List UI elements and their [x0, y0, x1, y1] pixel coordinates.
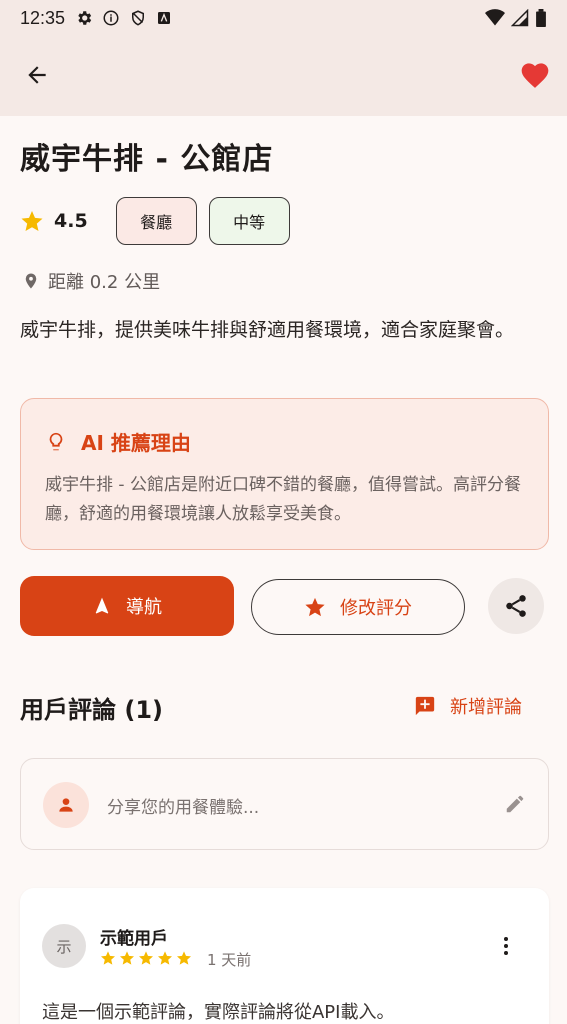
restaurant-title: 威宇牛排 - 公館店 — [20, 142, 274, 177]
shield-icon — [132, 10, 145, 26]
review-time: 1 天前 — [207, 951, 252, 969]
reviews-header: 用戶評論 (1) — [20, 696, 163, 724]
ai-card-header: AI 推薦理由 — [45, 427, 191, 456]
signal-icon — [511, 9, 529, 27]
review-text: 這是一個示範評論，實際評論將從API載入。 — [42, 1002, 395, 1023]
reviewer-name: 示範用戶 — [100, 929, 168, 949]
navigate-label: 導航 — [126, 597, 162, 618]
add-comment-icon — [415, 696, 435, 716]
wifi-icon — [485, 9, 505, 26]
star-icon — [120, 951, 134, 965]
edit-pencil-icon — [506, 795, 524, 813]
price-level-chip[interactable]: 中等 — [208, 197, 290, 245]
composer-placeholder: 分享您的用餐體驗... — [107, 798, 260, 818]
battery-icon — [536, 9, 546, 27]
heart-icon — [521, 63, 549, 88]
star-icon — [158, 951, 172, 965]
status-time: 12:35 — [20, 7, 66, 28]
distance-text: 距離 0.2 公里 — [48, 272, 161, 293]
navigate-button[interactable]: 導航 — [20, 576, 234, 636]
ai-card-body: 威宇牛排 - 公館店是附近口碑不錯的餐廳，值得嘗試。高評分餐廳，舒適的用餐環境讓… — [45, 475, 521, 524]
back-button[interactable] — [20, 58, 54, 92]
settings-icon — [78, 11, 92, 25]
review-composer[interactable]: 分享您的用餐體驗... — [20, 758, 549, 850]
reviewer-avatar: 示 — [42, 924, 86, 968]
info-icon — [103, 10, 119, 26]
ai-card-title: AI 推薦理由 — [81, 431, 191, 455]
action-buttons: 導航 修改評分 — [20, 576, 547, 636]
rating-value: 4.5 — [54, 210, 88, 232]
restaurant-description: 威宇牛排，提供美味牛排與舒適用餐環境，適合家庭聚會。 — [20, 319, 515, 341]
lightbulb-icon — [49, 432, 63, 450]
category-chip[interactable]: 餐廳 — [115, 197, 197, 245]
favorite-button[interactable] — [517, 56, 553, 92]
share-button[interactable] — [488, 578, 544, 634]
add-review-label: 新增評論 — [450, 697, 522, 718]
ai-recommendation-card: AI 推薦理由 威宇牛排 - 公館店是附近口碑不錯的餐廳，值得嘗試。高評分餐廳，… — [20, 398, 549, 550]
review-card: 示 示範用戶 1 天前 這是一個示範評論，實際評論將從API載入。 — [20, 888, 549, 1024]
star-icon — [101, 951, 115, 965]
edit-rating-button[interactable]: 修改評分 — [251, 579, 465, 635]
status-bar: 12:35 — [0, 0, 567, 36]
app-bar — [0, 36, 567, 116]
review-stars — [100, 950, 192, 966]
star-icon — [21, 211, 43, 231]
share-icon — [506, 595, 526, 617]
distance-row: 距離 0.2 公里 — [22, 268, 160, 294]
more-vert-icon[interactable] — [503, 936, 509, 956]
add-review-button[interactable]: 新增評論 — [414, 693, 522, 719]
star-icon — [139, 951, 153, 965]
star-icon — [177, 951, 191, 965]
location-pin-icon — [25, 273, 37, 289]
edit-rating-label: 修改評分 — [340, 598, 412, 619]
user-avatar — [43, 782, 89, 828]
navigation-arrow-icon — [95, 597, 109, 614]
rating-row: 4.5 餐廳 中等 — [20, 196, 302, 246]
arrow-back-icon — [28, 66, 46, 84]
star-icon — [305, 597, 325, 617]
app-notification-icon — [158, 12, 171, 24]
person-icon — [59, 798, 73, 812]
